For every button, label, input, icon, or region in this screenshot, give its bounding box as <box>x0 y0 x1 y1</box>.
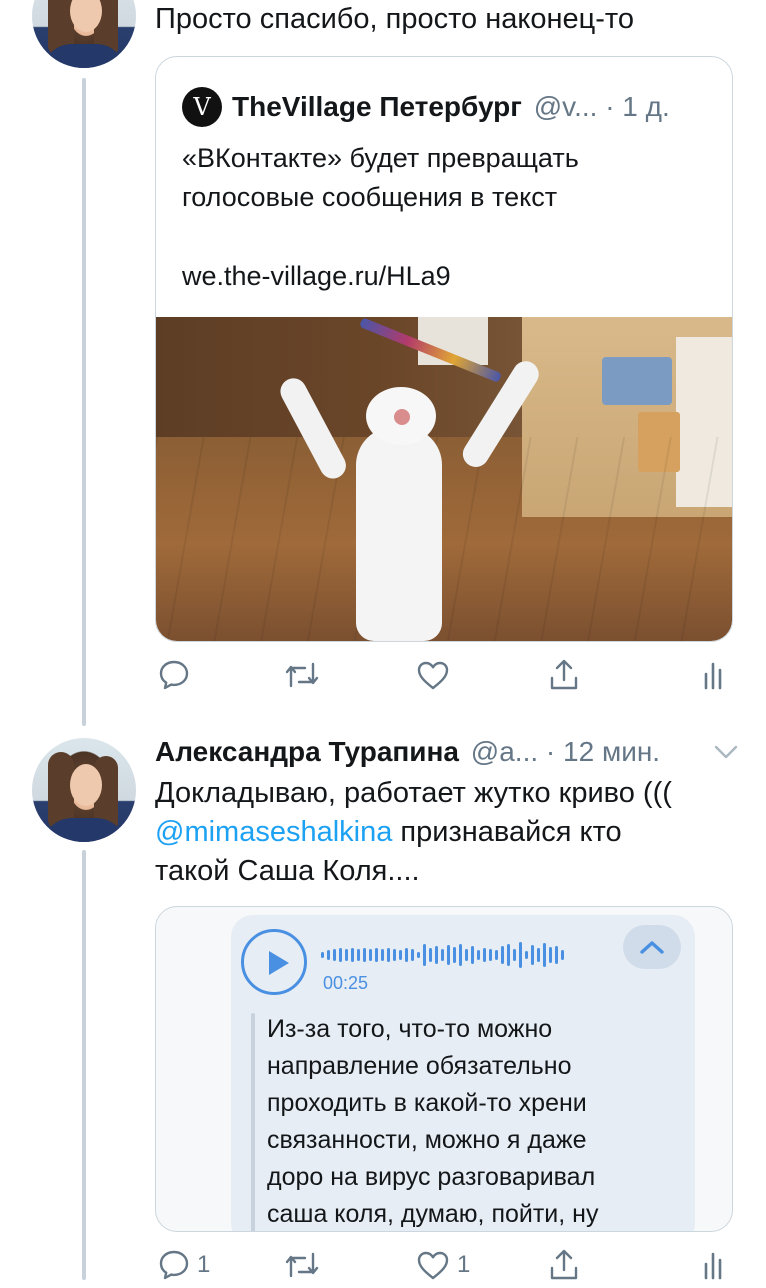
meta-separator: · <box>545 736 556 767</box>
tweet-text-line: признавайся кто <box>392 816 622 848</box>
mention-link[interactable]: @mimaseshalkina <box>155 816 392 848</box>
tweet-actions: 1 1 <box>155 1248 731 1288</box>
tweet-text-line: такой Саша Коля.... <box>155 855 420 887</box>
quoted-link[interactable]: we.the-village.ru/HLa9 <box>182 257 451 295</box>
transcript-line: проходить в какой-то хрени <box>267 1089 587 1117</box>
reply-icon <box>157 1248 191 1282</box>
retweet-icon <box>283 658 321 692</box>
thread-line <box>82 850 86 1280</box>
transcript-line: связанности, можно я даже <box>267 1126 587 1154</box>
play-icon <box>269 951 289 975</box>
tweet-menu-chevron-icon[interactable] <box>712 742 740 767</box>
analytics-icon <box>703 658 727 692</box>
tweet-actions <box>155 658 731 698</box>
retweet-icon <box>283 1248 321 1282</box>
share-icon <box>547 658 581 692</box>
tweet-text: Просто спасибо, просто наконец-то <box>155 3 635 35</box>
quoted-text-line: «ВКонтакте» будет превращать <box>182 143 579 173</box>
share-button[interactable] <box>547 1248 581 1282</box>
quote-bar <box>251 1013 255 1231</box>
transcript-line: доро на вирус разговаривал <box>267 1163 596 1191</box>
transcript-line: саша коля, думаю, пойти, ну <box>267 1200 599 1228</box>
quoted-photo[interactable] <box>156 317 732 641</box>
reply-icon <box>157 658 191 692</box>
tweet-time: 12 мин. <box>563 736 661 767</box>
voice-transcript: Из-за того, что-то можно направление обя… <box>267 1011 677 1231</box>
share-icon <box>547 1248 581 1282</box>
analytics-button[interactable] <box>703 1248 727 1282</box>
transcript-line: направление обязательно <box>267 1052 572 1080</box>
avatar[interactable] <box>32 0 136 68</box>
heart-icon <box>415 1248 451 1282</box>
collapse-transcript-button[interactable] <box>623 925 681 969</box>
like-button[interactable]: 1 <box>415 1248 470 1282</box>
retweet-button[interactable] <box>283 1248 327 1282</box>
share-button[interactable] <box>547 658 581 692</box>
quoted-time: 1 д. <box>622 91 670 122</box>
thevillage-logo-icon: V <box>182 87 222 127</box>
attached-image-card[interactable]: 00:25 Из-за того, что-то можно направлен… <box>155 906 733 1232</box>
like-count: 1 <box>457 1251 471 1278</box>
meta-separator: · <box>605 91 615 122</box>
retweet-button[interactable] <box>283 658 327 692</box>
waveform <box>321 935 564 975</box>
quoted-author-name: TheVillage Петербург <box>232 91 522 122</box>
play-button[interactable] <box>241 929 307 995</box>
tweet-text-line: Докладываю, работает жутко криво ((( <box>155 777 672 809</box>
author-name[interactable]: Александра Турапина <box>155 736 459 767</box>
analytics-button[interactable] <box>703 658 727 692</box>
voice-message: 00:25 Из-за того, что-то можно направлен… <box>231 915 695 1231</box>
like-button[interactable] <box>415 658 457 692</box>
transcript-line: Из-за того, что-то можно <box>267 1015 553 1043</box>
quoted-author-handle: @v... <box>533 91 598 122</box>
quoted-tweet-card[interactable]: V TheVillage Петербург @v... · 1 д. «ВКо… <box>155 56 733 642</box>
heart-icon <box>415 658 451 692</box>
reply-count: 1 <box>197 1251 211 1278</box>
quoted-text-line: голосовые сообщения в текст <box>182 182 558 212</box>
author-handle: @a... <box>470 736 539 767</box>
thread-line <box>82 78 86 726</box>
avatar[interactable] <box>32 738 136 842</box>
analytics-icon <box>703 1248 727 1282</box>
voice-duration: 00:25 <box>323 973 369 993</box>
reply-button[interactable] <box>157 658 197 692</box>
chevron-up-icon <box>640 941 664 954</box>
reply-button[interactable]: 1 <box>157 1248 210 1282</box>
